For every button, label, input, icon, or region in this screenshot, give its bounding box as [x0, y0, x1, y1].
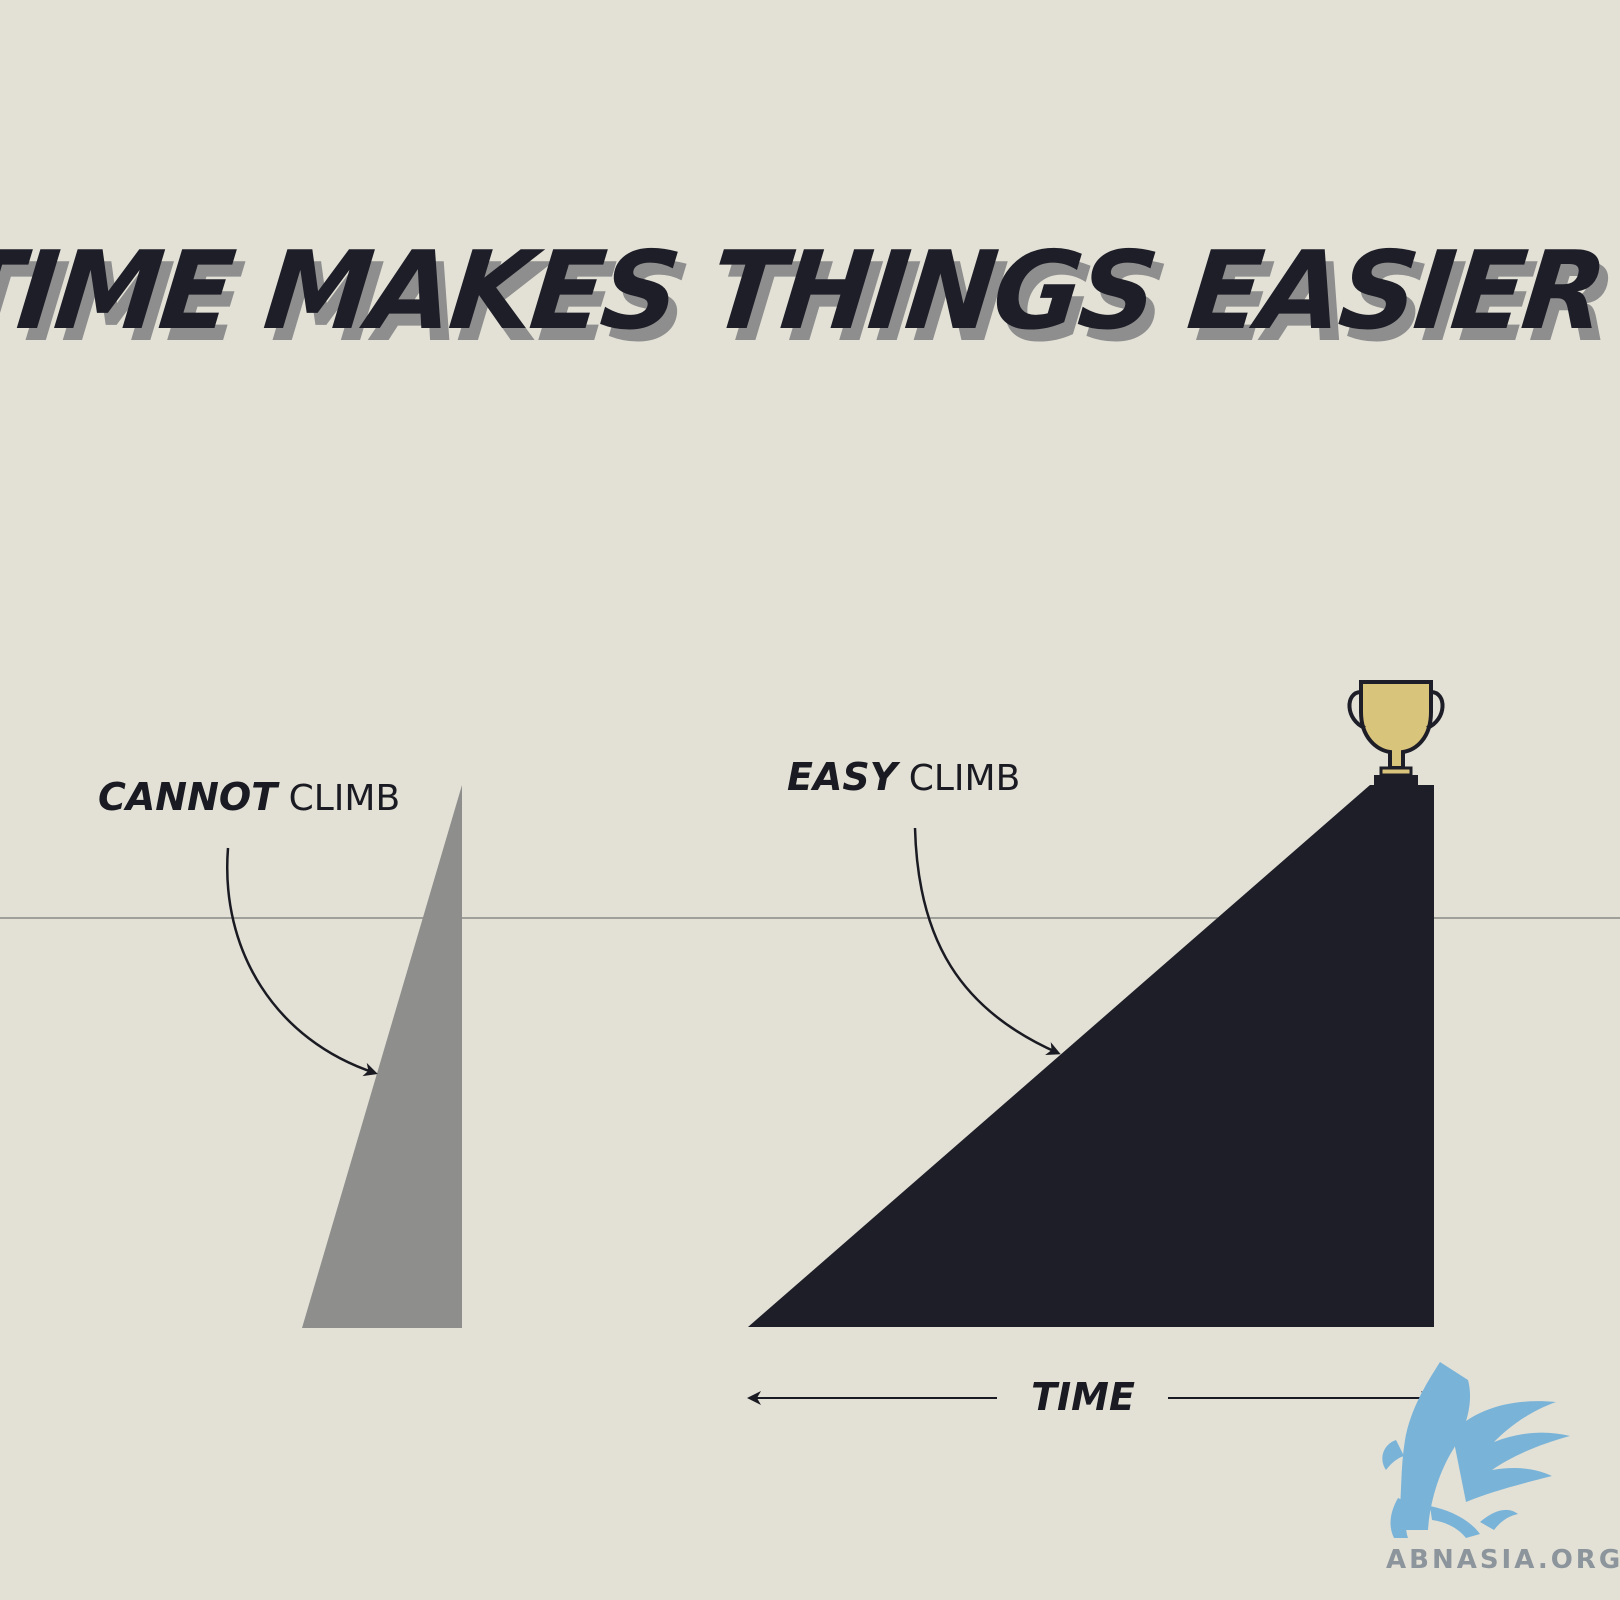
gentle-triangle: [748, 785, 1434, 1327]
cannot-climb-arrow: [225, 847, 378, 1077]
climb-word-right: CLIMB: [897, 758, 1020, 799]
steep-triangle: [302, 785, 462, 1328]
diagram-canvas: TIME MAKES THINGS EASIER TIME MAKES THIN…: [0, 227, 1620, 1575]
trophy-icon: [1347, 680, 1445, 785]
time-label: TIME: [1031, 1375, 1135, 1419]
climb-word-left: CLIMB: [277, 778, 400, 819]
page-title: TIME MAKES THINGS EASIER: [0, 227, 1610, 354]
griffin-logo: [1382, 1362, 1570, 1538]
title-group: TIME MAKES THINGS EASIER TIME MAKES THIN…: [0, 227, 1618, 366]
easy-climb-label: EASY CLIMB: [787, 755, 1020, 799]
cannot-climb-label: CANNOT CLIMB: [98, 775, 400, 819]
cannot-word: CANNOT: [98, 775, 280, 819]
watermark-text: ABNASIA.ORG: [1386, 1545, 1620, 1575]
time-axis: TIME: [747, 1375, 1435, 1419]
easy-word: EASY: [787, 755, 901, 799]
easy-climb-arrow: [913, 827, 1061, 1055]
